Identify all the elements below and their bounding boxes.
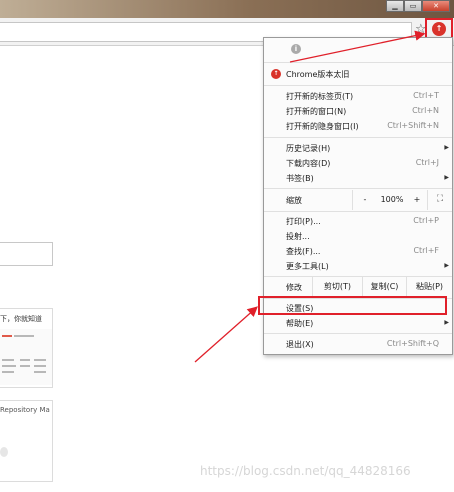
watermark: https://blog.csdn.net/qq_44828166: [200, 464, 411, 478]
arrow-to-settings: [194, 306, 258, 363]
annotation-arrows: [194, 30, 426, 363]
arrow-to-menu-button: [289, 30, 426, 63]
